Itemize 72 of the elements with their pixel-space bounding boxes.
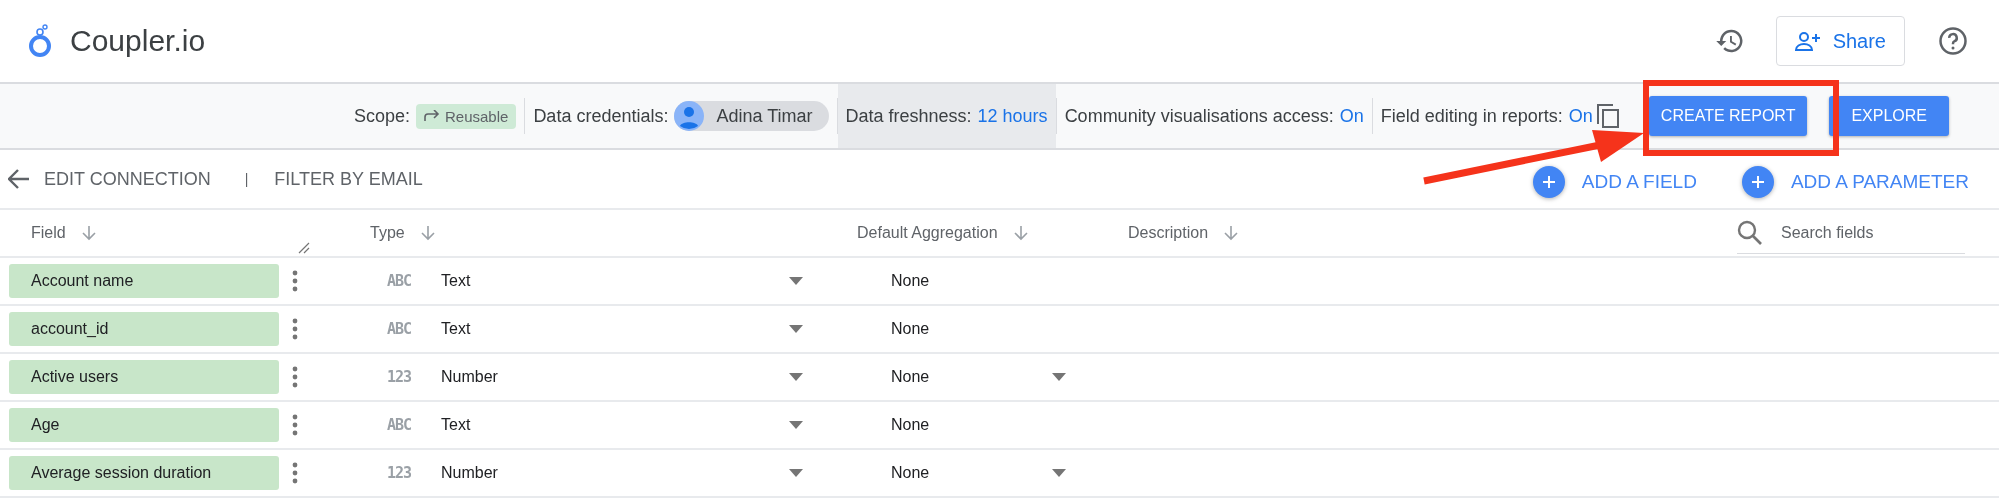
type-value[interactable]: Text [441, 416, 789, 434]
copy-icon[interactable] [1596, 104, 1619, 128]
column-header[interactable]: Description [1128, 224, 1209, 242]
logo-icon [28, 24, 52, 58]
aggregation-value: None [891, 320, 931, 338]
scope-chip[interactable]: Reusable [416, 103, 517, 129]
dropdown-caret-icon[interactable] [789, 325, 803, 333]
type-icon: 123 [387, 368, 441, 386]
type-icon: ABC [387, 272, 441, 290]
back-arrow-icon[interactable] [8, 169, 30, 189]
field-chip[interactable]: Age [9, 408, 279, 442]
avatar-icon [674, 101, 705, 131]
plus-icon [1740, 165, 1775, 199]
sort-arrow-icon[interactable] [1224, 225, 1239, 241]
column-header[interactable]: Default Aggregation [857, 224, 998, 242]
column-header[interactable]: Field [31, 224, 66, 242]
sort-arrow-icon[interactable] [1013, 225, 1028, 241]
create-report-button[interactable]: CREATE REPORT [1648, 96, 1808, 136]
plus-icon [1531, 165, 1566, 199]
search-icon [1737, 219, 1763, 246]
type-value[interactable]: Text [441, 272, 789, 290]
kebab-menu-icon[interactable] [292, 366, 298, 388]
share-button[interactable]: Share [1775, 16, 1905, 66]
dropdown-caret-icon[interactable] [789, 421, 803, 429]
add-field-button[interactable]: ADD A FIELD [1531, 165, 1697, 199]
aggregation-value: None [891, 464, 931, 482]
user-chip[interactable]: Adina Timar [674, 101, 829, 131]
kebab-menu-icon[interactable] [292, 414, 298, 436]
field-editing-label: Field editing in reports: [1380, 105, 1563, 127]
credentials-label: Data credentials: [533, 105, 669, 127]
separator: | [244, 171, 249, 187]
type-icon: ABC [387, 416, 441, 434]
dropdown-caret-icon[interactable] [1052, 469, 1066, 477]
field-chip[interactable]: Account name [9, 264, 279, 298]
edit-connection-link[interactable]: EDIT CONNECTION [44, 168, 211, 190]
filter-by-email-link[interactable]: FILTER BY EMAIL [274, 168, 423, 190]
sort-arrow-icon[interactable] [420, 225, 435, 241]
sort-arrow-icon[interactable] [81, 225, 96, 241]
app-title: Coupler.io [70, 24, 206, 58]
type-value[interactable]: Number [441, 464, 789, 482]
aggregation-value: None [891, 272, 931, 290]
add-person-icon [1794, 31, 1821, 51]
type-value[interactable]: Number [441, 368, 789, 386]
field-chip[interactable]: account_id [9, 312, 279, 346]
type-value[interactable]: Text [441, 320, 789, 338]
dropdown-caret-icon[interactable] [789, 373, 803, 381]
search-field[interactable]: Search fields [1737, 212, 1965, 254]
column-header[interactable]: Type [370, 224, 405, 242]
community-access-label: Community visualisations access: [1064, 105, 1334, 127]
type-icon: 123 [387, 464, 441, 482]
dropdown-caret-icon[interactable] [789, 277, 803, 285]
dropdown-caret-icon[interactable] [1052, 373, 1066, 381]
search-input[interactable]: Search fields [1779, 222, 1953, 243]
kebab-menu-icon[interactable] [292, 462, 298, 484]
field-editing-value[interactable]: On [1568, 105, 1593, 127]
freshness-value[interactable]: 12 hours [977, 105, 1048, 127]
scope-label: Scope: [353, 105, 410, 127]
explore-button[interactable]: EXPLORE [1829, 96, 1949, 136]
aggregation-value: None [891, 416, 931, 434]
aggregation-value: None [891, 368, 931, 386]
add-parameter-button[interactable]: ADD A PARAMETER [1740, 165, 1969, 199]
type-icon: ABC [387, 320, 441, 338]
community-access-value[interactable]: On [1339, 105, 1364, 127]
kebab-menu-icon[interactable] [292, 270, 298, 292]
dropdown-caret-icon[interactable] [789, 469, 803, 477]
freshness-panel[interactable]: Data freshness: 12 hours [837, 84, 1056, 148]
kebab-menu-icon[interactable] [292, 318, 298, 340]
share-arrow-icon [424, 110, 440, 122]
resize-handle-icon[interactable] [298, 242, 310, 254]
field-chip[interactable]: Active users [9, 360, 279, 394]
field-chip[interactable]: Average session duration [9, 456, 279, 490]
freshness-label: Data freshness: [845, 105, 972, 127]
